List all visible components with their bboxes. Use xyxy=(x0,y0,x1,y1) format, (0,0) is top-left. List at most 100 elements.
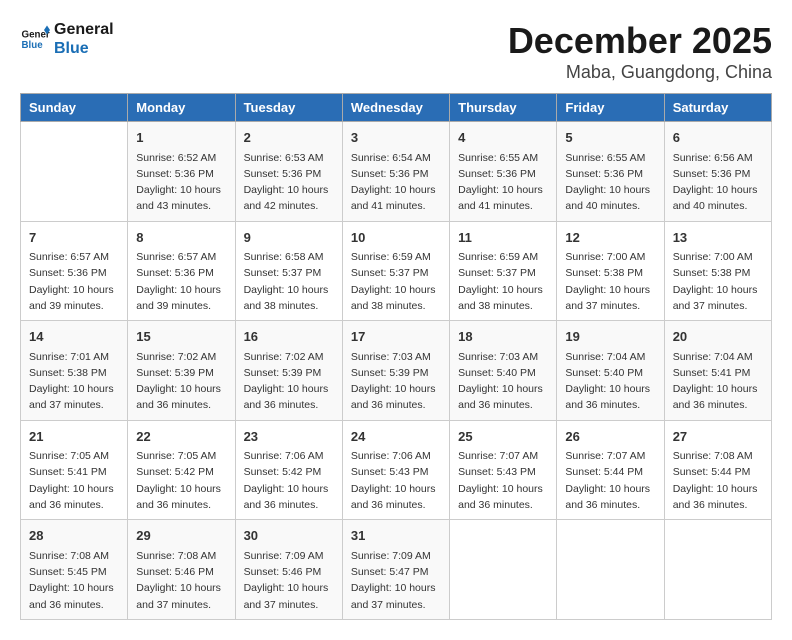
calendar-cell: 17Sunrise: 7:03 AMSunset: 5:39 PMDayligh… xyxy=(342,321,449,421)
logo-line1: General xyxy=(54,20,114,39)
calendar-cell: 3Sunrise: 6:54 AMSunset: 5:36 PMDaylight… xyxy=(342,122,449,222)
day-number: 12 xyxy=(565,228,655,248)
week-row-1: 1Sunrise: 6:52 AMSunset: 5:36 PMDaylight… xyxy=(21,122,772,222)
calendar-cell: 7Sunrise: 6:57 AMSunset: 5:36 PMDaylight… xyxy=(21,221,128,321)
day-number: 10 xyxy=(351,228,441,248)
day-number: 20 xyxy=(673,327,763,347)
calendar-cell: 31Sunrise: 7:09 AMSunset: 5:47 PMDayligh… xyxy=(342,520,449,620)
calendar-cell: 24Sunrise: 7:06 AMSunset: 5:43 PMDayligh… xyxy=(342,420,449,520)
weekday-header-tuesday: Tuesday xyxy=(235,94,342,122)
calendar-cell xyxy=(21,122,128,222)
day-info: Sunrise: 7:06 AMSunset: 5:42 PMDaylight:… xyxy=(244,448,334,513)
day-info: Sunrise: 7:05 AMSunset: 5:41 PMDaylight:… xyxy=(29,448,119,513)
day-info: Sunrise: 6:55 AMSunset: 5:36 PMDaylight:… xyxy=(565,150,655,215)
day-info: Sunrise: 6:57 AMSunset: 5:36 PMDaylight:… xyxy=(29,249,119,314)
calendar-cell: 30Sunrise: 7:09 AMSunset: 5:46 PMDayligh… xyxy=(235,520,342,620)
day-number: 21 xyxy=(29,427,119,447)
day-number: 6 xyxy=(673,128,763,148)
weekday-header-row: SundayMondayTuesdayWednesdayThursdayFrid… xyxy=(21,94,772,122)
day-number: 9 xyxy=(244,228,334,248)
calendar-cell: 13Sunrise: 7:00 AMSunset: 5:38 PMDayligh… xyxy=(664,221,771,321)
day-number: 1 xyxy=(136,128,226,148)
calendar-table: SundayMondayTuesdayWednesdayThursdayFrid… xyxy=(20,93,772,620)
weekday-header-wednesday: Wednesday xyxy=(342,94,449,122)
calendar-cell: 16Sunrise: 7:02 AMSunset: 5:39 PMDayligh… xyxy=(235,321,342,421)
week-row-2: 7Sunrise: 6:57 AMSunset: 5:36 PMDaylight… xyxy=(21,221,772,321)
calendar-cell: 28Sunrise: 7:08 AMSunset: 5:45 PMDayligh… xyxy=(21,520,128,620)
day-info: Sunrise: 7:03 AMSunset: 5:39 PMDaylight:… xyxy=(351,349,441,414)
weekday-header-monday: Monday xyxy=(128,94,235,122)
day-info: Sunrise: 7:09 AMSunset: 5:46 PMDaylight:… xyxy=(244,548,334,613)
day-info: Sunrise: 6:56 AMSunset: 5:36 PMDaylight:… xyxy=(673,150,763,215)
day-info: Sunrise: 7:02 AMSunset: 5:39 PMDaylight:… xyxy=(136,349,226,414)
day-number: 24 xyxy=(351,427,441,447)
logo-icon: General Blue xyxy=(20,24,50,54)
day-number: 11 xyxy=(458,228,548,248)
calendar-cell: 4Sunrise: 6:55 AMSunset: 5:36 PMDaylight… xyxy=(450,122,557,222)
calendar-cell xyxy=(664,520,771,620)
svg-text:Blue: Blue xyxy=(22,40,44,51)
day-number: 14 xyxy=(29,327,119,347)
month-title: December 2025 xyxy=(508,20,772,62)
day-number: 22 xyxy=(136,427,226,447)
calendar-cell: 18Sunrise: 7:03 AMSunset: 5:40 PMDayligh… xyxy=(450,321,557,421)
weekday-header-saturday: Saturday xyxy=(664,94,771,122)
day-number: 8 xyxy=(136,228,226,248)
calendar-cell: 14Sunrise: 7:01 AMSunset: 5:38 PMDayligh… xyxy=(21,321,128,421)
weekday-header-sunday: Sunday xyxy=(21,94,128,122)
day-info: Sunrise: 7:01 AMSunset: 5:38 PMDaylight:… xyxy=(29,349,119,414)
day-number: 27 xyxy=(673,427,763,447)
week-row-5: 28Sunrise: 7:08 AMSunset: 5:45 PMDayligh… xyxy=(21,520,772,620)
day-info: Sunrise: 7:08 AMSunset: 5:45 PMDaylight:… xyxy=(29,548,119,613)
title-section: December 2025 Maba, Guangdong, China xyxy=(508,20,772,83)
day-info: Sunrise: 7:08 AMSunset: 5:44 PMDaylight:… xyxy=(673,448,763,513)
day-number: 23 xyxy=(244,427,334,447)
calendar-cell: 2Sunrise: 6:53 AMSunset: 5:36 PMDaylight… xyxy=(235,122,342,222)
day-info: Sunrise: 6:59 AMSunset: 5:37 PMDaylight:… xyxy=(458,249,548,314)
day-number: 7 xyxy=(29,228,119,248)
day-info: Sunrise: 7:03 AMSunset: 5:40 PMDaylight:… xyxy=(458,349,548,414)
day-number: 16 xyxy=(244,327,334,347)
weekday-header-friday: Friday xyxy=(557,94,664,122)
day-info: Sunrise: 6:52 AMSunset: 5:36 PMDaylight:… xyxy=(136,150,226,215)
calendar-cell xyxy=(557,520,664,620)
day-info: Sunrise: 7:07 AMSunset: 5:43 PMDaylight:… xyxy=(458,448,548,513)
day-info: Sunrise: 7:02 AMSunset: 5:39 PMDaylight:… xyxy=(244,349,334,414)
calendar-cell: 9Sunrise: 6:58 AMSunset: 5:37 PMDaylight… xyxy=(235,221,342,321)
day-info: Sunrise: 7:07 AMSunset: 5:44 PMDaylight:… xyxy=(565,448,655,513)
day-info: Sunrise: 6:58 AMSunset: 5:37 PMDaylight:… xyxy=(244,249,334,314)
day-number: 19 xyxy=(565,327,655,347)
day-info: Sunrise: 7:06 AMSunset: 5:43 PMDaylight:… xyxy=(351,448,441,513)
day-info: Sunrise: 7:04 AMSunset: 5:41 PMDaylight:… xyxy=(673,349,763,414)
day-number: 15 xyxy=(136,327,226,347)
day-info: Sunrise: 6:55 AMSunset: 5:36 PMDaylight:… xyxy=(458,150,548,215)
day-info: Sunrise: 7:00 AMSunset: 5:38 PMDaylight:… xyxy=(565,249,655,314)
week-row-3: 14Sunrise: 7:01 AMSunset: 5:38 PMDayligh… xyxy=(21,321,772,421)
calendar-cell: 25Sunrise: 7:07 AMSunset: 5:43 PMDayligh… xyxy=(450,420,557,520)
calendar-cell: 29Sunrise: 7:08 AMSunset: 5:46 PMDayligh… xyxy=(128,520,235,620)
calendar-cell xyxy=(450,520,557,620)
day-info: Sunrise: 6:57 AMSunset: 5:36 PMDaylight:… xyxy=(136,249,226,314)
calendar-cell: 1Sunrise: 6:52 AMSunset: 5:36 PMDaylight… xyxy=(128,122,235,222)
day-number: 26 xyxy=(565,427,655,447)
calendar-cell: 6Sunrise: 6:56 AMSunset: 5:36 PMDaylight… xyxy=(664,122,771,222)
day-info: Sunrise: 7:05 AMSunset: 5:42 PMDaylight:… xyxy=(136,448,226,513)
day-number: 18 xyxy=(458,327,548,347)
day-number: 30 xyxy=(244,526,334,546)
calendar-cell: 23Sunrise: 7:06 AMSunset: 5:42 PMDayligh… xyxy=(235,420,342,520)
calendar-cell: 15Sunrise: 7:02 AMSunset: 5:39 PMDayligh… xyxy=(128,321,235,421)
day-number: 28 xyxy=(29,526,119,546)
day-info: Sunrise: 6:53 AMSunset: 5:36 PMDaylight:… xyxy=(244,150,334,215)
location-title: Maba, Guangdong, China xyxy=(508,62,772,83)
day-info: Sunrise: 7:08 AMSunset: 5:46 PMDaylight:… xyxy=(136,548,226,613)
calendar-body: 1Sunrise: 6:52 AMSunset: 5:36 PMDaylight… xyxy=(21,122,772,620)
calendar-cell: 19Sunrise: 7:04 AMSunset: 5:40 PMDayligh… xyxy=(557,321,664,421)
day-number: 29 xyxy=(136,526,226,546)
calendar-cell: 21Sunrise: 7:05 AMSunset: 5:41 PMDayligh… xyxy=(21,420,128,520)
weekday-header-thursday: Thursday xyxy=(450,94,557,122)
logo-line2: Blue xyxy=(54,39,114,58)
day-info: Sunrise: 7:04 AMSunset: 5:40 PMDaylight:… xyxy=(565,349,655,414)
header: General Blue General Blue December 2025 … xyxy=(20,20,772,83)
day-number: 17 xyxy=(351,327,441,347)
calendar-cell: 5Sunrise: 6:55 AMSunset: 5:36 PMDaylight… xyxy=(557,122,664,222)
